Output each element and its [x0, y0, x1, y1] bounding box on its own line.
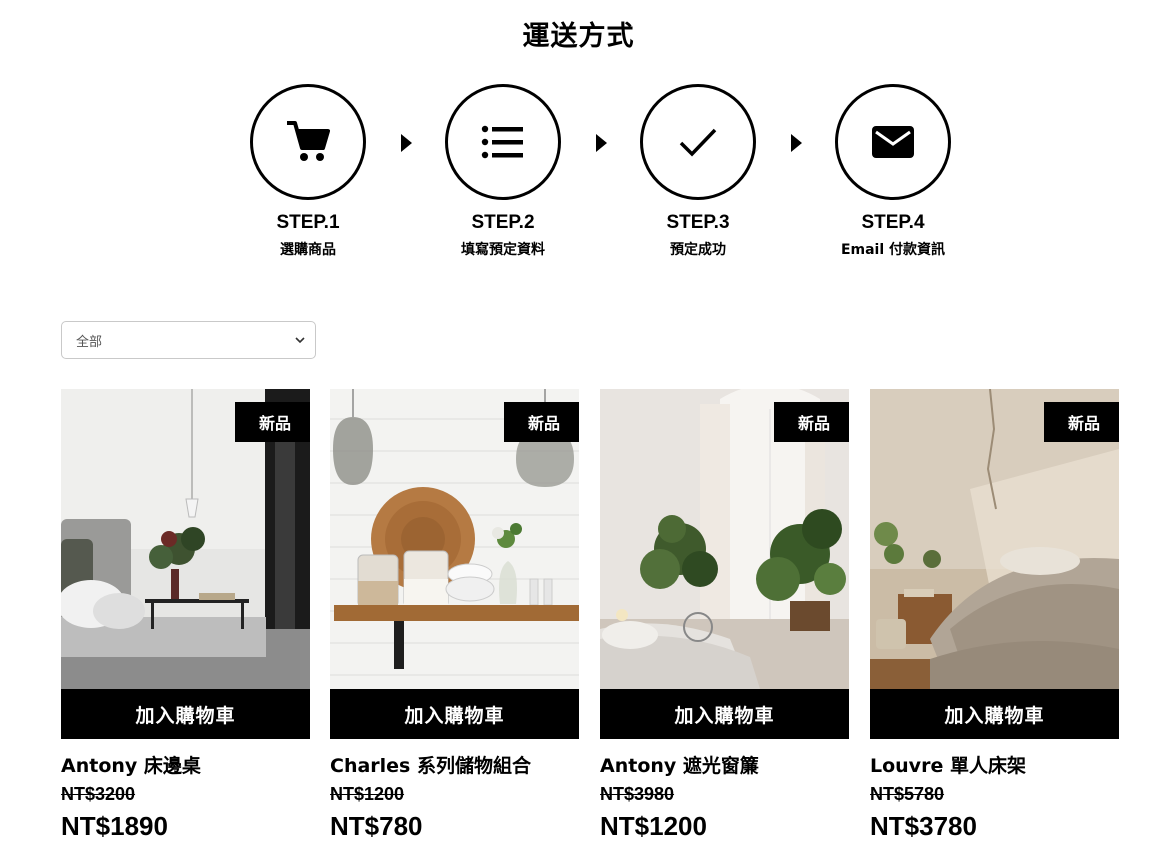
step-1: STEP.1 選購商品: [228, 84, 388, 259]
new-badge: 新品: [504, 402, 579, 442]
step-arrow-icon: [791, 134, 802, 152]
step-1-circle: [250, 84, 366, 200]
step-1-label: 選購商品: [280, 242, 336, 258]
step-3-label: 預定成功: [670, 242, 726, 258]
product-name[interactable]: Antony 床邊桌: [61, 751, 310, 778]
category-filter-value: 全部: [76, 334, 103, 350]
shopping-cart-icon: [287, 121, 330, 161]
list-icon: [481, 125, 523, 159]
step-3-number: STEP.3: [666, 212, 730, 233]
add-to-cart-button[interactable]: 加入購物車: [870, 689, 1119, 739]
product-card: 新品 加入購物車 Charles 系列儲物組合 NT$1200 NT$780: [330, 389, 579, 842]
step-3-circle: [640, 84, 756, 200]
product-name[interactable]: Louvre 單人床架: [870, 751, 1119, 778]
product-price: NT$1200: [600, 811, 707, 841]
envelope-icon: [872, 126, 914, 158]
product-price: NT$3780: [870, 811, 977, 841]
product-image[interactable]: 新品: [330, 389, 579, 689]
product-name[interactable]: Charles 系列儲物組合: [330, 751, 579, 778]
new-badge: 新品: [774, 402, 849, 442]
product-image[interactable]: 新品: [61, 389, 310, 689]
product-name[interactable]: Antony 遮光窗簾: [600, 751, 849, 778]
step-3: STEP.3 預定成功: [618, 84, 778, 259]
product-card: 新品 加入購物車 Antony 床邊桌 NT$3200 NT$1890: [61, 389, 310, 842]
step-2-circle: [445, 84, 561, 200]
page-title: 運送方式: [522, 21, 635, 52]
step-4-label: Email 付款資訊: [840, 242, 946, 258]
product-price: NT$1890: [61, 811, 168, 841]
chevron-down-icon: [295, 336, 305, 343]
new-badge: 新品: [1044, 402, 1119, 442]
step-2-label: 填寫預定資料: [461, 242, 545, 258]
product-card: 新品 加入購物車 Antony 遮光窗簾 NT$3980 NT$1200: [600, 389, 849, 842]
step-2-number: STEP.2: [471, 212, 535, 233]
product-original-price: NT$5780: [870, 784, 945, 804]
new-badge: 新品: [235, 402, 310, 442]
add-to-cart-button[interactable]: 加入購物車: [600, 689, 849, 739]
step-4: STEP.4 Email 付款資訊: [813, 84, 973, 259]
step-4-number: STEP.4: [861, 212, 925, 233]
product-price: NT$780: [330, 811, 423, 841]
step-4-circle: [835, 84, 951, 200]
step-2: STEP.2 填寫預定資料: [423, 84, 583, 259]
add-to-cart-button[interactable]: 加入購物車: [330, 689, 579, 739]
checkout-steps: STEP.1 選購商品 STEP.2 填寫預定資料 STEP.3 預定成功 ST…: [0, 84, 1157, 284]
step-arrow-icon: [401, 134, 412, 152]
product-original-price: NT$3980: [600, 784, 675, 804]
product-card: 新品 加入購物車 Louvre 單人床架 NT$5780 NT$3780: [870, 389, 1119, 842]
checkmark-icon: [679, 128, 717, 157]
product-image[interactable]: 新品: [600, 389, 849, 689]
product-original-price: NT$3200: [61, 784, 136, 804]
add-to-cart-button[interactable]: 加入購物車: [61, 689, 310, 739]
product-image[interactable]: 新品: [870, 389, 1119, 689]
step-arrow-icon: [596, 134, 607, 152]
category-filter-select[interactable]: 全部: [61, 321, 316, 359]
product-original-price: NT$1200: [330, 784, 405, 804]
step-1-number: STEP.1: [276, 212, 340, 233]
